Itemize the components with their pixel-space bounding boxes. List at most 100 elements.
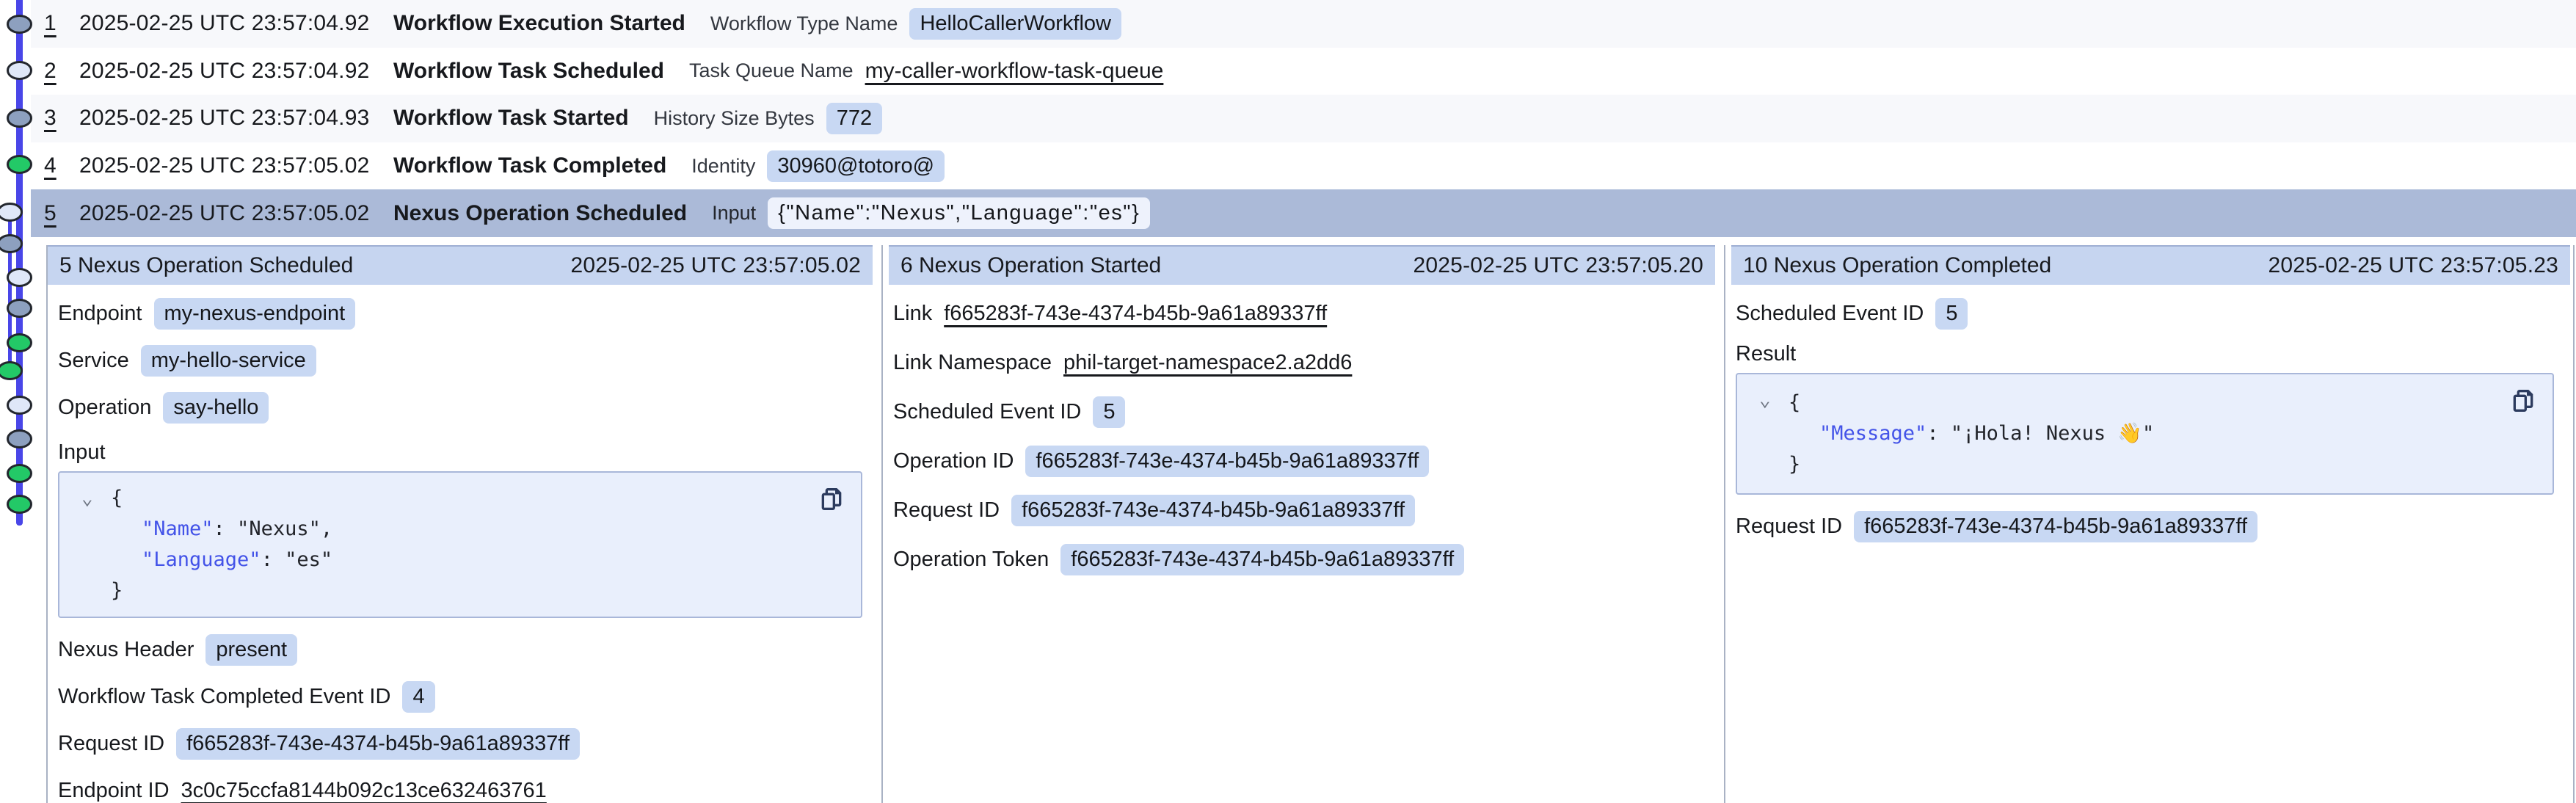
json-line: "Name": "Nexus",: [59, 514, 817, 545]
attribute-value-badge: 30960@totoro@: [767, 150, 945, 182]
json-line: }: [59, 575, 817, 606]
attribute-label: Input: [712, 202, 756, 225]
json-line: "Message": "¡Hola! Nexus 👋": [1737, 418, 2508, 449]
event-name: Nexus Operation Scheduled: [393, 201, 687, 226]
field-scheduled-event-id: Scheduled Event ID 5: [1736, 297, 2558, 330]
attribute-value-badge: 772: [826, 103, 882, 134]
field-label: Request ID: [58, 732, 164, 756]
panel-header[interactable]: 6 Nexus Operation Started 2025-02-25 UTC…: [889, 245, 1715, 285]
panel-nexus-started: 6 Nexus Operation Started 2025-02-25 UTC…: [883, 245, 1725, 803]
json-line: }: [1737, 449, 2508, 480]
link-value-link[interactable]: f665283f-743e-4374-b45b-9a61a89337ff: [944, 302, 1327, 326]
event-dot-completed[interactable]: [8, 156, 32, 173]
event-attribute: Workflow Type Name HelloCallerWorkflow: [710, 8, 1121, 40]
panel-nexus-scheduled: 5 Nexus Operation Scheduled 2025-02-25 U…: [48, 245, 883, 803]
field-operation-token: Operation Token f665283f-743e-4374-b45b-…: [893, 542, 1709, 576]
link-namespace-link[interactable]: phil-target-namespace2.a2dd6: [1063, 351, 1352, 375]
field-operation: Operation say-hello: [58, 390, 867, 424]
event-row-5-selected[interactable]: 5 2025-02-25 UTC 23:57:05.02 Nexus Opera…: [31, 189, 2576, 237]
event-dot-nexus-scheduled[interactable]: [0, 204, 22, 221]
field-value-badge: 4: [402, 681, 434, 713]
event-name: Workflow Task Scheduled: [393, 59, 664, 84]
workflow-history-view: 1 2025-02-25 UTC 23:57:04.92 Workflow Ex…: [0, 0, 2576, 803]
event-history-table: 1 2025-02-25 UTC 23:57:04.92 Workflow Ex…: [31, 0, 2576, 237]
event-dot-completed[interactable]: [8, 335, 32, 352]
collapse-chevron-icon[interactable]: ⌄: [81, 489, 93, 508]
event-row-1[interactable]: 1 2025-02-25 UTC 23:57:04.92 Workflow Ex…: [31, 0, 2576, 48]
field-value-badge: say-hello: [163, 392, 269, 424]
field-label: Request ID: [893, 498, 1000, 523]
field-value-badge: present: [205, 634, 297, 666]
field-nexus-header: Nexus Header present: [58, 633, 867, 666]
event-dot-started[interactable]: [8, 16, 32, 33]
event-name: Workflow Execution Started: [393, 11, 685, 36]
event-attribute: Identity 30960@totoro@: [691, 150, 945, 182]
field-operation-id: Operation ID f665283f-743e-4374-b45b-9a6…: [893, 444, 1709, 478]
field-value-badge: 5: [1935, 298, 1968, 330]
copy-icon[interactable]: [817, 484, 846, 514]
nexus-detail-panels: 5 Nexus Operation Scheduled 2025-02-25 U…: [46, 245, 2575, 803]
event-dot-started[interactable]: [8, 110, 32, 127]
field-result-label: Result: [1736, 339, 2558, 368]
json-line: {: [1737, 388, 2508, 418]
event-dot-scheduled[interactable]: [8, 397, 32, 414]
field-label: Operation Token: [893, 548, 1049, 572]
event-name: Workflow Task Started: [393, 106, 629, 131]
event-attribute: Task Queue Name my-caller-workflow-task-…: [689, 59, 1163, 84]
event-row-3[interactable]: 3 2025-02-25 UTC 23:57:04.93 Workflow Ta…: [31, 95, 2576, 142]
field-label: Link Namespace: [893, 351, 1052, 375]
field-label: Service: [58, 349, 129, 373]
event-time: 2025-02-25 UTC 23:57:04.92: [79, 59, 393, 84]
panel-body: Scheduled Event ID 5 Result ⌄ { "Message…: [1725, 285, 2573, 543]
field-endpoint-id: Endpoint ID 3c0c75ccfa8144b092c13ce63246…: [58, 774, 867, 803]
panel-title: 10 Nexus Operation Completed: [1743, 253, 2051, 278]
json-line: "Language": "es": [59, 545, 817, 575]
event-time: 2025-02-25 UTC 23:57:05.02: [79, 201, 393, 226]
attribute-label: Workflow Type Name: [710, 12, 898, 35]
json-line: {: [59, 483, 817, 514]
field-request-id: Request ID f665283f-743e-4374-b45b-9a61a…: [893, 493, 1709, 527]
field-label: Result: [1736, 342, 1796, 366]
panel-header[interactable]: 5 Nexus Operation Scheduled 2025-02-25 U…: [48, 245, 873, 285]
event-dot-completed[interactable]: [8, 496, 32, 513]
field-scheduled-event-id: Scheduled Event ID 5: [893, 395, 1709, 429]
event-row-2[interactable]: 2 2025-02-25 UTC 23:57:04.92 Workflow Ta…: [31, 48, 2576, 95]
collapse-chevron-icon[interactable]: ⌄: [1759, 390, 1771, 410]
field-label: Link: [893, 302, 932, 326]
field-label: Operation: [58, 396, 151, 420]
event-dot-nexus-completed[interactable]: [0, 363, 22, 379]
field-value-badge: my-nexus-endpoint: [154, 298, 356, 330]
attribute-value-badge: {"Name":"Nexus","Language":"es"}: [768, 197, 1150, 229]
field-link: Link f665283f-743e-4374-b45b-9a61a89337f…: [893, 297, 1709, 330]
event-time: 2025-02-25 UTC 23:57:04.93: [79, 106, 393, 131]
field-label: Nexus Header: [58, 638, 194, 662]
event-time: 2025-02-25 UTC 23:57:04.92: [79, 11, 393, 36]
panel-timestamp: 2025-02-25 UTC 23:57:05.23: [2268, 253, 2558, 278]
panel-title: 5 Nexus Operation Scheduled: [59, 253, 353, 278]
event-dot-nexus-started[interactable]: [0, 236, 22, 252]
event-dot-started[interactable]: [8, 300, 32, 317]
field-value-badge: f665283f-743e-4374-b45b-9a61a89337ff: [1025, 446, 1429, 477]
event-timeline: [0, 0, 51, 803]
event-dot-scheduled[interactable]: [8, 269, 32, 286]
copy-icon[interactable]: [2508, 386, 2538, 415]
field-input-label: Input: [58, 437, 867, 467]
field-link-namespace: Link Namespace phil-target-namespace2.a2…: [893, 346, 1709, 379]
input-json-viewer: ⌄ { "Name": "Nexus", "Language": "es" }: [58, 471, 862, 618]
event-name: Workflow Task Completed: [393, 153, 666, 178]
event-row-4[interactable]: 4 2025-02-25 UTC 23:57:05.02 Workflow Ta…: [31, 142, 2576, 190]
panel-nexus-completed: 10 Nexus Operation Completed 2025-02-25 …: [1725, 245, 2573, 803]
field-label: Endpoint: [58, 302, 142, 326]
event-time: 2025-02-25 UTC 23:57:05.02: [79, 153, 393, 178]
panel-header[interactable]: 10 Nexus Operation Completed 2025-02-25 …: [1731, 245, 2570, 285]
field-request-id: Request ID f665283f-743e-4374-b45b-9a61a…: [58, 727, 867, 760]
endpoint-id-link[interactable]: 3c0c75ccfa8144b092c13ce632463761: [181, 779, 547, 803]
task-queue-link[interactable]: my-caller-workflow-task-queue: [865, 59, 1164, 84]
event-dot-completed[interactable]: [8, 465, 32, 482]
field-label: Endpoint ID: [58, 779, 170, 803]
event-dot-started[interactable]: [8, 431, 32, 448]
panel-timestamp: 2025-02-25 UTC 23:57:05.02: [571, 253, 861, 278]
field-label: Operation ID: [893, 449, 1014, 473]
event-dot-scheduled[interactable]: [8, 62, 32, 79]
field-wtc-event-id: Workflow Task Completed Event ID 4: [58, 680, 867, 713]
